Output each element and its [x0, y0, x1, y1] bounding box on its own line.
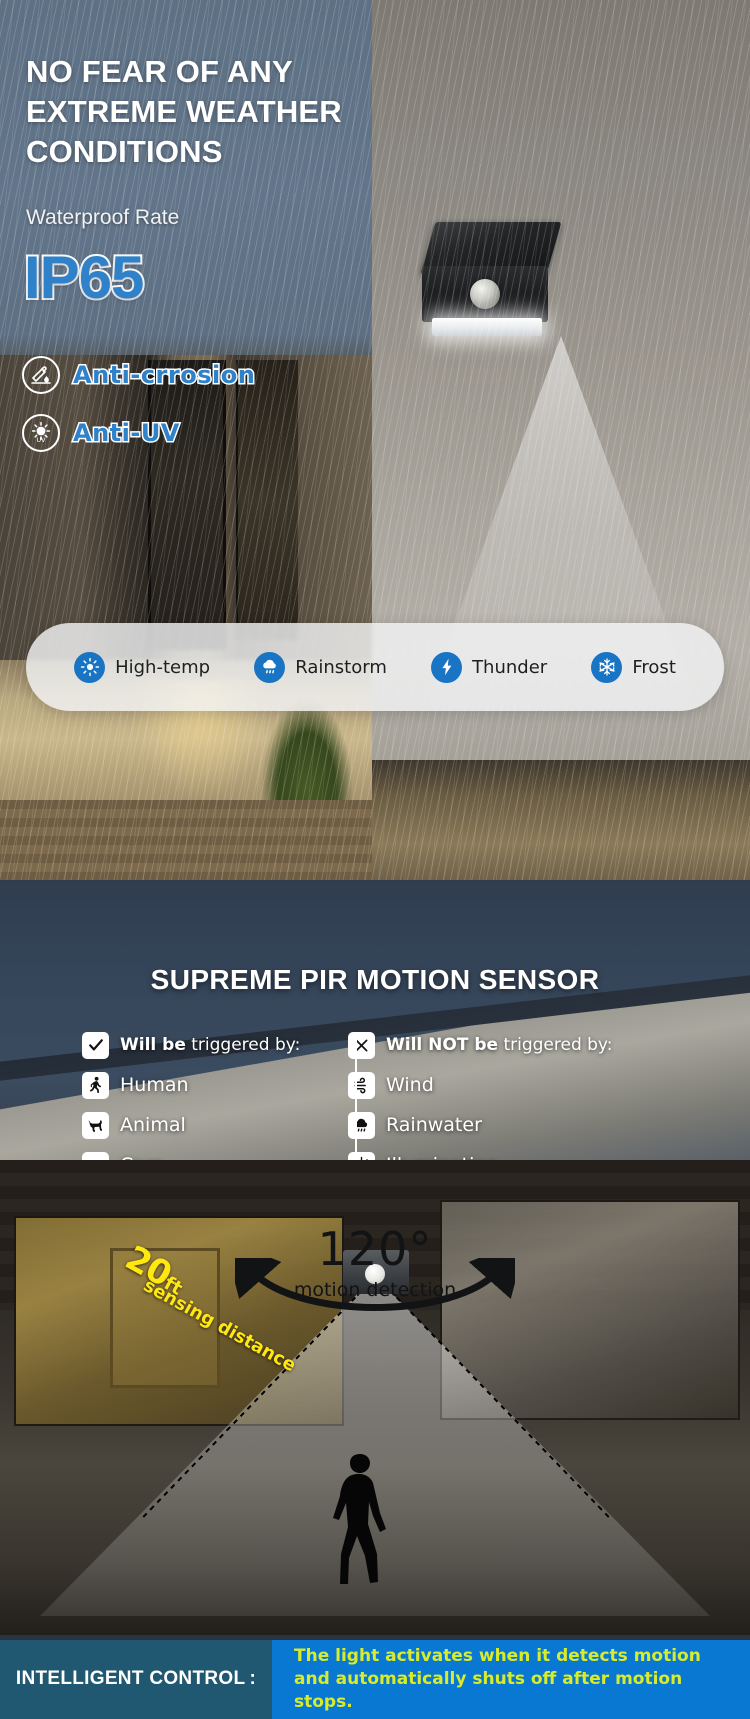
weather-headline: NO FEAR OF ANY EXTREME WEATHER CONDITION…	[26, 54, 342, 169]
feature-label-anti-uv: Anti-UV	[72, 418, 181, 449]
will-not-trigger-header-rest: triggered by:	[498, 1035, 613, 1055]
weather-section: NO FEAR OF ANY EXTREME WEATHER CONDITION…	[0, 0, 750, 880]
badge-label-thunder: Thunder	[472, 656, 548, 678]
intelligent-control-description: The light activates when it detects moti…	[272, 1640, 750, 1719]
wall-base-strip	[372, 760, 750, 880]
list-item: Rainwater	[348, 1105, 612, 1145]
solar-wall-light-product	[420, 222, 562, 338]
corrosion-drop-icon	[22, 356, 60, 394]
ornamental-grass	[262, 700, 352, 800]
intelligent-control-bar: INTELLIGENT CONTROL : The light activate…	[0, 1640, 750, 1719]
badge-label-high-temp: High-temp	[115, 656, 211, 678]
list-item: Human	[82, 1065, 300, 1105]
dog-icon	[82, 1111, 109, 1139]
detection-arc-arrow-icon	[235, 1258, 515, 1311]
product-marketing-page: NO FEAR OF ANY EXTREME WEATHER CONDITION…	[0, 0, 750, 1719]
will-not-trigger-header: Will NOT be triggered by:	[348, 1025, 612, 1065]
walking-person-icon	[82, 1071, 109, 1099]
list-item-label: Rainwater	[386, 1114, 482, 1136]
uv-sun-icon: UV	[22, 414, 60, 452]
will-trigger-header-label: Will be triggered by:	[120, 1035, 300, 1055]
intelligent-control-label: INTELLIGENT CONTROL :	[0, 1640, 272, 1719]
badge-label-frost: Frost	[632, 656, 676, 678]
will-not-trigger-header-label: Will NOT be triggered by:	[386, 1035, 612, 1055]
will-not-trigger-header-bold: Will NOT be	[386, 1035, 499, 1055]
list-item-label: Human	[120, 1074, 189, 1096]
sun-icon	[74, 651, 106, 683]
badge-frost[interactable]: Frost	[591, 651, 676, 683]
list-item: Animal	[82, 1105, 300, 1145]
waterproof-rate-label: Waterproof Rate	[26, 206, 180, 229]
badge-thunder[interactable]: Thunder	[431, 651, 548, 683]
badge-high-temp[interactable]: High-temp	[74, 651, 211, 683]
list-item-label: Animal	[120, 1114, 186, 1136]
house-door-secondary	[236, 360, 298, 640]
ip-rating-value: IP65	[22, 244, 146, 311]
feature-label-anti-corrosion: Anti-crrosion	[71, 360, 256, 391]
will-trigger-header-rest: triggered by:	[185, 1035, 301, 1055]
wind-icon	[348, 1071, 375, 1099]
lightning-bolt-icon	[431, 651, 463, 683]
feature-anti-corrosion: Anti-crrosion	[22, 356, 256, 394]
weather-badge-bar: High-temp Rainstorm Thunder Frost	[26, 623, 724, 711]
list-item-label: Wind	[386, 1074, 434, 1096]
pir-sensor-dome-icon	[470, 279, 500, 309]
walking-person-silhouette	[333, 1454, 386, 1584]
feature-anti-uv: UV Anti-UV	[22, 414, 181, 452]
house-door	[148, 360, 226, 650]
badge-label-rainstorm: Rainstorm	[295, 656, 387, 678]
snowflake-icon	[591, 651, 623, 683]
rain-cloud-icon	[348, 1111, 375, 1139]
badge-rainstorm[interactable]: Rainstorm	[254, 651, 387, 683]
pir-title: SUPREME PIR MOTION SENSOR	[150, 964, 600, 995]
will-trigger-header: Will be triggered by:	[82, 1025, 300, 1065]
wood-deck	[0, 800, 372, 880]
will-trigger-header-bold: Will be	[120, 1035, 186, 1055]
cross-x-icon	[348, 1031, 375, 1059]
rain-cloud-icon	[254, 651, 286, 683]
checkmark-icon	[82, 1031, 109, 1059]
list-item: Wind	[348, 1065, 612, 1105]
led-strip	[432, 318, 542, 336]
svg-text:UV: UV	[36, 436, 46, 444]
